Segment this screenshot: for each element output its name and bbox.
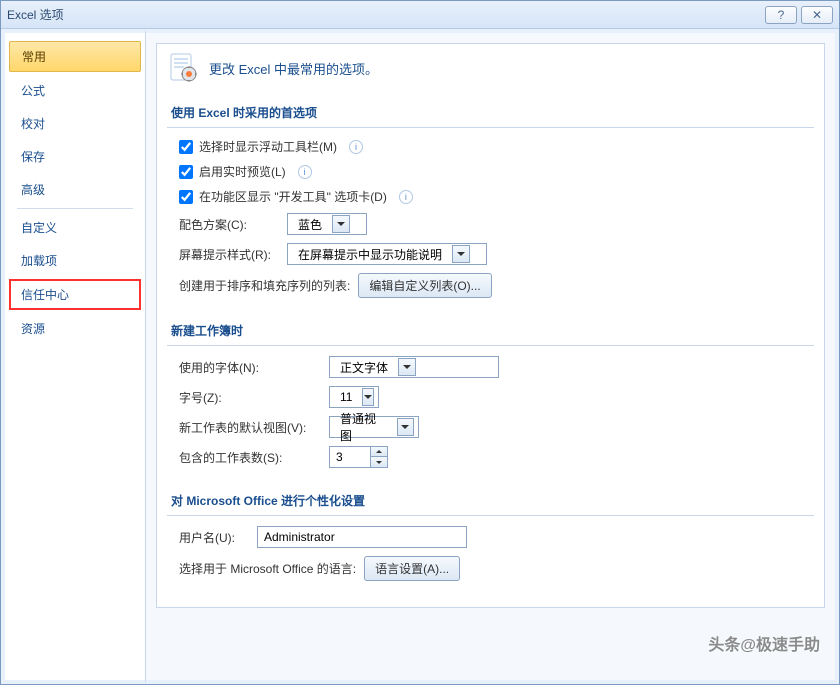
sidebar-item-advanced[interactable]: 高级 xyxy=(9,175,141,204)
options-icon xyxy=(167,52,199,84)
dropdown-default-view-value: 普通视图 xyxy=(334,410,393,444)
dropdown-screentip-value: 在屏幕提示中显示功能说明 xyxy=(292,246,448,263)
spinner-up-icon[interactable] xyxy=(371,447,387,457)
section-preferences: 使用 Excel 时采用的首选项 选择时显示浮动工具栏(M) i 启用实时预览(… xyxy=(167,98,814,298)
input-sheet-count[interactable] xyxy=(330,447,370,467)
chevron-down-icon xyxy=(332,215,350,233)
row-color-scheme: 配色方案(C): 蓝色 xyxy=(179,213,814,235)
dropdown-font[interactable]: 正文字体 xyxy=(329,356,499,378)
info-icon[interactable]: i xyxy=(298,165,312,179)
section-personalize: 对 Microsoft Office 进行个性化设置 用户名(U): 选择用于 … xyxy=(167,486,814,581)
chevron-down-icon xyxy=(452,245,470,263)
chevron-down-icon xyxy=(362,388,374,406)
row-sheet-count: 包含的工作表数(S): xyxy=(179,446,814,468)
section-new-workbook: 新建工作簿时 使用的字体(N): 正文字体 字号(Z): 11 xyxy=(167,316,814,468)
label-color-scheme: 配色方案(C): xyxy=(179,216,279,233)
info-icon[interactable]: i xyxy=(349,140,363,154)
label-font-size: 字号(Z): xyxy=(179,389,329,406)
row-custom-lists: 创建用于排序和填充序列的列表: 编辑自定义列表(O)... xyxy=(179,273,814,298)
dropdown-color-value: 蓝色 xyxy=(292,216,328,233)
sidebar-separator xyxy=(17,208,133,209)
section-title-new-workbook: 新建工作簿时 xyxy=(167,316,814,346)
dropdown-default-view[interactable]: 普通视图 xyxy=(329,416,419,438)
close-button[interactable]: ✕ xyxy=(801,6,833,24)
row-live-preview: 启用实时预览(L) i xyxy=(179,163,814,180)
sidebar-item-addins[interactable]: 加载项 xyxy=(9,246,141,275)
info-icon[interactable]: i xyxy=(399,190,413,204)
sidebar-item-proofing[interactable]: 校对 xyxy=(9,109,141,138)
row-default-view: 新工作表的默认视图(V): 普通视图 xyxy=(179,416,814,438)
section-title-preferences: 使用 Excel 时采用的首选项 xyxy=(167,98,814,128)
checkbox-mini-toolbar[interactable] xyxy=(179,140,193,154)
checkbox-live-preview[interactable] xyxy=(179,165,193,179)
dropdown-color-scheme[interactable]: 蓝色 xyxy=(287,213,367,235)
row-developer-tab: 在功能区显示 "开发工具" 选项卡(D) i xyxy=(179,188,814,205)
content-panel: 更改 Excel 中最常用的选项。 使用 Excel 时采用的首选项 选择时显示… xyxy=(156,43,825,608)
label-language: 选择用于 Microsoft Office 的语言: xyxy=(179,560,356,577)
dialog-body: 常用 公式 校对 保存 高级 自定义 加载项 信任中心 资源 xyxy=(1,29,839,684)
row-mini-toolbar: 选择时显示浮动工具栏(M) i xyxy=(179,138,814,155)
input-username[interactable] xyxy=(257,526,467,548)
dropdown-font-size[interactable]: 11 xyxy=(329,386,379,408)
dropdown-screentip[interactable]: 在屏幕提示中显示功能说明 xyxy=(287,243,487,265)
dropdown-font-size-value: 11 xyxy=(334,390,358,404)
row-screentip: 屏幕提示样式(R): 在屏幕提示中显示功能说明 xyxy=(179,243,814,265)
label-default-view: 新工作表的默认视图(V): xyxy=(179,419,329,436)
checkbox-developer-tab[interactable] xyxy=(179,190,193,204)
spinner-buttons xyxy=(370,447,387,467)
row-username: 用户名(U): xyxy=(179,526,814,548)
dropdown-font-value: 正文字体 xyxy=(334,359,394,376)
sidebar-item-trust-center[interactable]: 信任中心 xyxy=(9,279,141,310)
help-button[interactable]: ? xyxy=(765,6,797,24)
dialog-window: Excel 选项 ? ✕ 常用 公式 校对 保存 高级 自定义 加载项 信任中心… xyxy=(0,0,840,685)
label-username: 用户名(U): xyxy=(179,529,249,546)
sidebar-item-resources[interactable]: 资源 xyxy=(9,314,141,343)
row-font-size: 字号(Z): 11 xyxy=(179,386,814,408)
content-area: 更改 Excel 中最常用的选项。 使用 Excel 时采用的首选项 选择时显示… xyxy=(146,29,839,684)
label-sheet-count: 包含的工作表数(S): xyxy=(179,449,329,466)
sidebar-item-customize[interactable]: 自定义 xyxy=(9,213,141,242)
section-title-personalize: 对 Microsoft Office 进行个性化设置 xyxy=(167,486,814,516)
page-header: 更改 Excel 中最常用的选项。 xyxy=(167,52,814,84)
row-language: 选择用于 Microsoft Office 的语言: 语言设置(A)... xyxy=(179,556,814,581)
chevron-down-icon xyxy=(398,358,416,376)
watermark: 头条@极速手助 xyxy=(708,631,820,655)
row-font: 使用的字体(N): 正文字体 xyxy=(179,356,814,378)
window-title: Excel 选项 xyxy=(7,6,761,23)
label-font: 使用的字体(N): xyxy=(179,359,329,376)
spinner-sheet-count[interactable] xyxy=(329,446,388,468)
spinner-down-icon[interactable] xyxy=(371,457,387,467)
sidebar-item-save[interactable]: 保存 xyxy=(9,142,141,171)
label-developer-tab: 在功能区显示 "开发工具" 选项卡(D) xyxy=(199,188,387,205)
button-language-settings[interactable]: 语言设置(A)... xyxy=(364,556,460,581)
button-edit-custom-lists[interactable]: 编辑自定义列表(O)... xyxy=(358,273,491,298)
sidebar-item-formulas[interactable]: 公式 xyxy=(9,76,141,105)
sidebar-item-general[interactable]: 常用 xyxy=(9,41,141,72)
label-mini-toolbar: 选择时显示浮动工具栏(M) xyxy=(199,138,337,155)
label-screentip: 屏幕提示样式(R): xyxy=(179,246,279,263)
page-header-text: 更改 Excel 中最常用的选项。 xyxy=(209,59,378,78)
label-custom-lists: 创建用于排序和填充序列的列表: xyxy=(179,277,350,294)
titlebar: Excel 选项 ? ✕ xyxy=(1,1,839,29)
sidebar: 常用 公式 校对 保存 高级 自定义 加载项 信任中心 资源 xyxy=(1,29,146,684)
chevron-down-icon xyxy=(397,418,415,436)
label-live-preview: 启用实时预览(L) xyxy=(199,163,286,180)
